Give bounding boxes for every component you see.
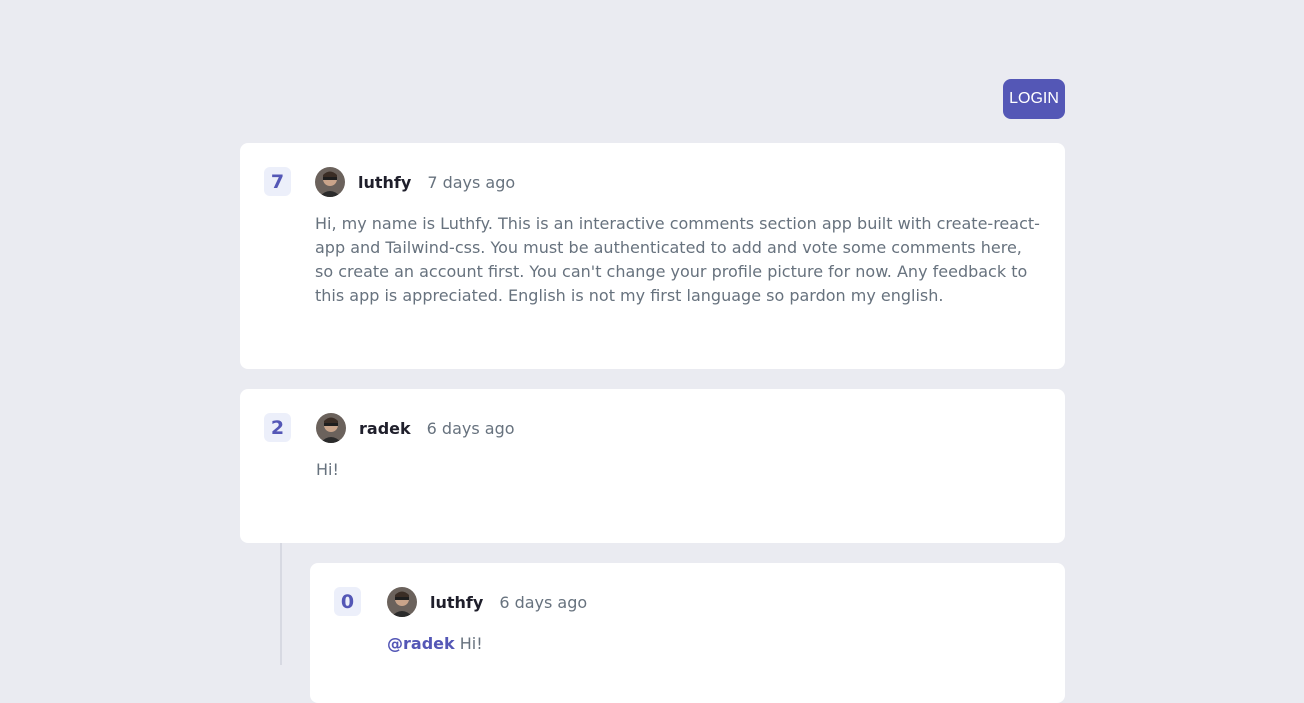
comment-text: Hi! <box>316 460 339 479</box>
vote-score[interactable]: 0 <box>334 587 361 616</box>
mention-link[interactable]: @radek <box>387 634 455 653</box>
login-button[interactable]: LOGIN <box>1003 79 1065 119</box>
comment-text: Hi, my name is Luthfy. This is an intera… <box>315 214 1040 305</box>
avatar-icon <box>387 587 417 617</box>
avatar <box>387 587 417 617</box>
avatar-icon <box>316 413 346 443</box>
vote-score[interactable]: 7 <box>264 167 291 196</box>
avatar <box>315 167 345 197</box>
timestamp: 6 days ago <box>499 592 588 612</box>
timestamp: 6 days ago <box>426 418 515 438</box>
comment-header: luthfy 7 days ago <box>315 166 515 198</box>
username: luthfy <box>358 172 412 192</box>
reply-text: Hi! <box>459 634 483 653</box>
comment-header: radek 6 days ago <box>316 412 515 444</box>
reply-card: 0 luthfy 6 days ago @radek Hi! <box>310 563 1065 703</box>
avatar-icon <box>315 167 345 197</box>
timestamp: 7 days ago <box>427 172 516 192</box>
comment-text: @radek Hi! <box>387 632 1037 656</box>
avatar <box>316 413 346 443</box>
comment-header: luthfy 6 days ago <box>387 586 587 618</box>
comment-card: 7 luthfy 7 days ago Hi, my name is Luthf… <box>240 143 1065 369</box>
username: luthfy <box>430 592 484 612</box>
vote-score[interactable]: 2 <box>264 413 291 442</box>
comment-card: 2 radek 6 days ago Hi! <box>240 389 1065 543</box>
username: radek <box>359 418 411 438</box>
reply-thread-line <box>280 543 282 665</box>
